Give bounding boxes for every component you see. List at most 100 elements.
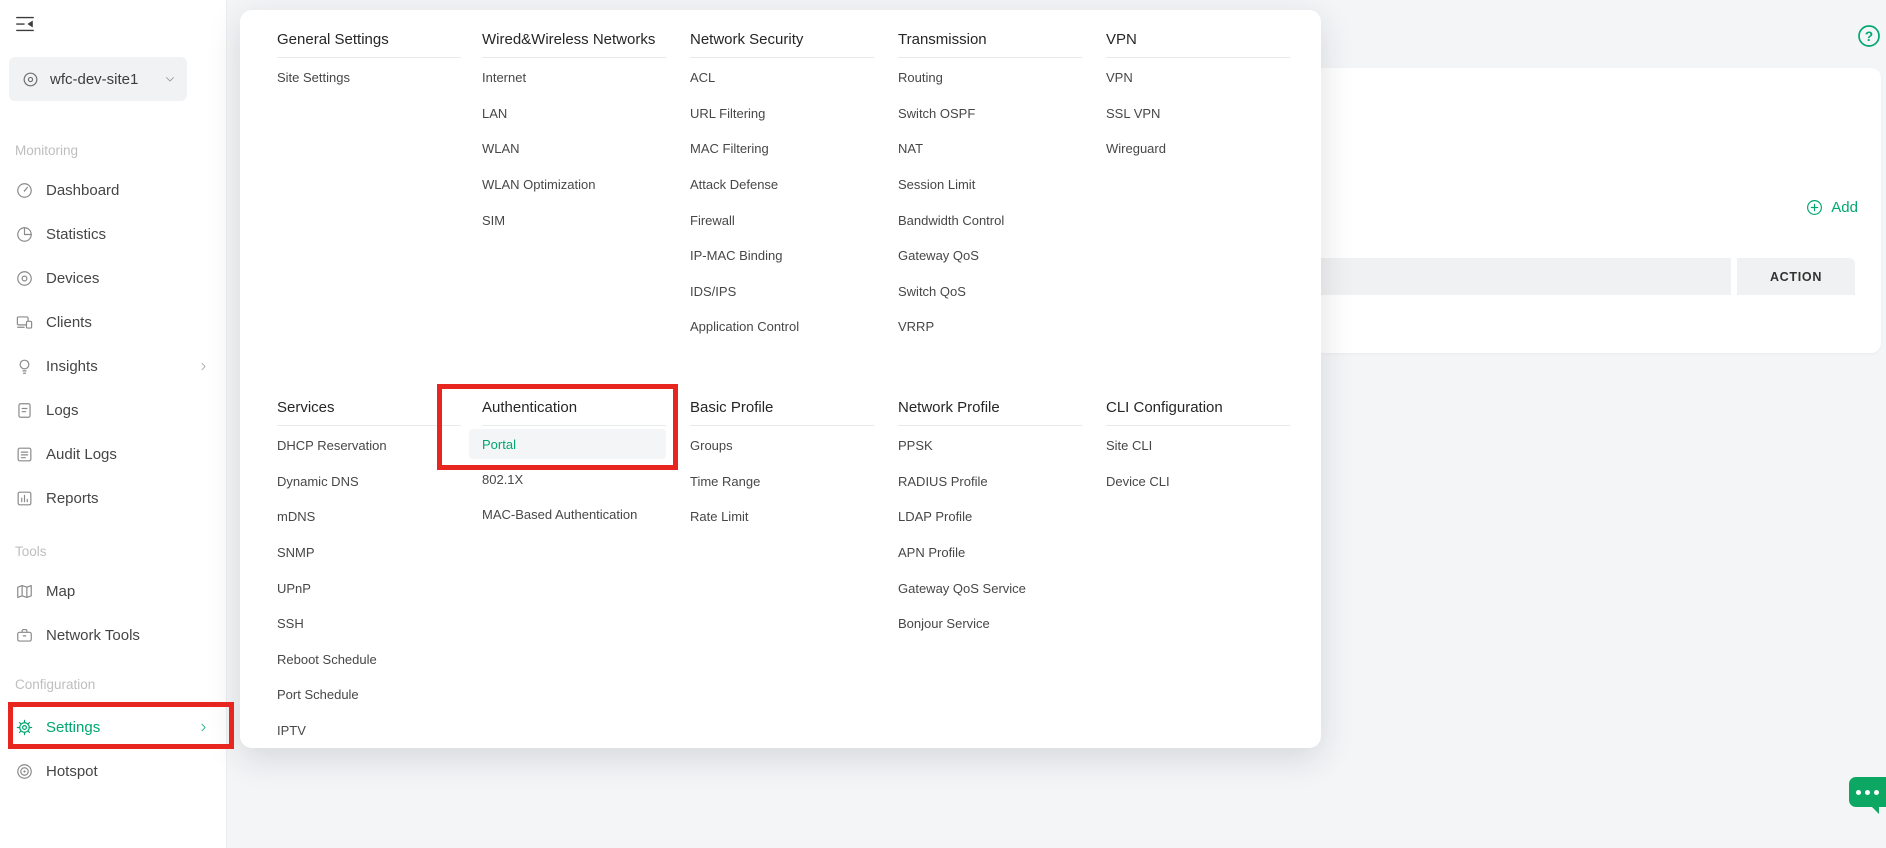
menu-item-gateway-qos-service[interactable]: Gateway QoS Service [898,570,1082,606]
menu-item-site-cli[interactable]: Site CLI [1106,428,1290,464]
menu-item-time-range[interactable]: Time Range [690,464,874,500]
menu-item-bandwidth-control[interactable]: Bandwidth Control [898,202,1082,238]
menu-item-rate-limit[interactable]: Rate Limit [690,499,874,535]
menu-item-mdns[interactable]: mDNS [277,499,461,535]
chevron-right-icon [197,360,210,373]
menu-item-apn-profile[interactable]: APN Profile [898,535,1082,571]
menu-item-groups[interactable]: Groups [690,428,874,464]
menu-group-transmission: Transmission Routing Switch OSPF NAT Ses… [898,30,1106,398]
sidebar-item-settings[interactable]: Settings [0,705,226,749]
menu-group-services: Services DHCP Reservation Dynamic DNS mD… [277,398,482,748]
menu-group-title: Services [277,398,482,418]
menu-item-ppsk[interactable]: PPSK [898,428,1082,464]
menu-item-upnp[interactable]: UPnP [277,570,461,606]
menu-item-vrrp[interactable]: VRRP [898,309,1082,345]
divider [898,425,1082,426]
sidebar-item-hotspot[interactable]: Hotspot [0,749,226,793]
menu-item-gateway-qos[interactable]: Gateway QoS [898,238,1082,274]
gauge-icon [15,181,34,200]
menu-item-application-control[interactable]: Application Control [690,309,874,345]
sidebar-item-network-tools[interactable]: Network Tools [0,613,226,657]
divider [1106,425,1290,426]
sidebar-item-label: Network Tools [46,627,140,644]
menu-item-ip-mac-binding[interactable]: IP-MAC Binding [690,238,874,274]
menu-item-vpn[interactable]: VPN [1106,60,1290,96]
menu-group-title: Wired&Wireless Networks [482,30,690,50]
menu-item-url-filtering[interactable]: URL Filtering [690,96,874,132]
chat-dot [1856,790,1861,795]
menu-item-dynamic-dns[interactable]: Dynamic DNS [277,464,461,500]
menu-item-device-cli[interactable]: Device CLI [1106,464,1290,500]
menu-item-wireguard[interactable]: Wireguard [1106,131,1290,167]
plus-circle-icon [1805,198,1824,217]
menu-item-port-schedule[interactable]: Port Schedule [277,677,461,713]
divider [277,57,461,58]
menu-group-title: Authentication [482,398,690,418]
divider [690,425,874,426]
menu-item-mac-filtering[interactable]: MAC Filtering [690,131,874,167]
menu-item-switch-qos[interactable]: Switch QoS [898,274,1082,310]
sidebar-item-label: Logs [46,402,79,419]
menu-item-internet[interactable]: Internet [482,60,666,96]
menu-group-authentication: Authentication Portal 802.1X MAC-Based A… [482,398,690,748]
menu-item-wlan-optimization[interactable]: WLAN Optimization [482,167,666,203]
menu-group-vpn: VPN VPN SSL VPN Wireguard [1106,30,1321,398]
menu-item-switch-ospf[interactable]: Switch OSPF [898,96,1082,132]
sidebar-item-label: Dashboard [46,182,119,199]
site-selector[interactable]: wfc-dev-site1 [9,57,187,101]
sidebar-item-map[interactable]: Map [0,569,226,613]
chat-button[interactable] [1849,777,1886,807]
sidebar-item-statistics[interactable]: Statistics [0,212,226,256]
sidebar-item-logs[interactable]: Logs [0,388,226,432]
list-document-icon [15,445,34,464]
sidebar-section-configuration: Configuration [15,677,226,693]
menu-item-ssl-vpn[interactable]: SSL VPN [1106,96,1290,132]
sidebar-item-reports[interactable]: Reports [0,476,226,520]
menu-group-general-settings: General Settings Site Settings [277,30,482,398]
menu-item-radius-profile[interactable]: RADIUS Profile [898,464,1082,500]
sidebar-item-audit-logs[interactable]: Audit Logs [0,432,226,476]
menu-item-firewall[interactable]: Firewall [690,202,874,238]
add-button-label: Add [1831,199,1858,216]
clients-devices-icon [15,313,34,332]
menu-item-iptv[interactable]: IPTV [277,713,461,749]
menu-item-dhcp-reservation[interactable]: DHCP Reservation [277,428,461,464]
divider [1106,57,1290,58]
help-button[interactable]: ? [1856,23,1882,49]
menu-item-802-1x[interactable]: 802.1X [482,462,666,498]
menu-item-bonjour-service[interactable]: Bonjour Service [898,606,1082,642]
menu-item-sim[interactable]: SIM [482,202,666,238]
menu-item-acl[interactable]: ACL [690,60,874,96]
menu-item-session-limit[interactable]: Session Limit [898,167,1082,203]
menu-group-title: Basic Profile [690,398,898,418]
menu-item-ldap-profile[interactable]: LDAP Profile [898,499,1082,535]
sidebar-item-devices[interactable]: Devices [0,256,226,300]
menu-group-title: Network Security [690,30,898,50]
menu-item-portal[interactable]: Portal [469,429,666,459]
divider [482,57,666,58]
menu-item-lan[interactable]: LAN [482,96,666,132]
menu-item-reboot-schedule[interactable]: Reboot Schedule [277,642,461,678]
menu-item-mac-based-authentication[interactable]: MAC-Based Authentication [482,497,666,533]
menu-item-nat[interactable]: NAT [898,131,1082,167]
menu-group-title: VPN [1106,30,1321,50]
chat-dot [1865,790,1870,795]
menu-item-site-settings[interactable]: Site Settings [277,60,461,96]
sidebar-section-monitoring: Monitoring [15,143,226,159]
sidebar-section-tools: Tools [15,544,226,560]
sidebar-item-clients[interactable]: Clients [0,300,226,344]
menu-item-attack-defense[interactable]: Attack Defense [690,167,874,203]
menu-item-ids-ips[interactable]: IDS/IPS [690,274,874,310]
sidebar-item-dashboard[interactable]: Dashboard [0,168,226,212]
add-button[interactable]: Add [1805,194,1858,220]
menu-group-title: CLI Configuration [1106,398,1321,418]
menu-item-wlan[interactable]: WLAN [482,131,666,167]
menu-item-routing[interactable]: Routing [898,60,1082,96]
menu-item-ssh[interactable]: SSH [277,606,461,642]
menu-group-title: Network Profile [898,398,1106,418]
sidebar-collapse-button[interactable] [12,11,38,37]
menu-group-cli-configuration: CLI Configuration Site CLI Device CLI [1106,398,1321,748]
menu-item-snmp[interactable]: SNMP [277,535,461,571]
map-icon [15,582,34,601]
sidebar-item-insights[interactable]: Insights [0,344,226,388]
